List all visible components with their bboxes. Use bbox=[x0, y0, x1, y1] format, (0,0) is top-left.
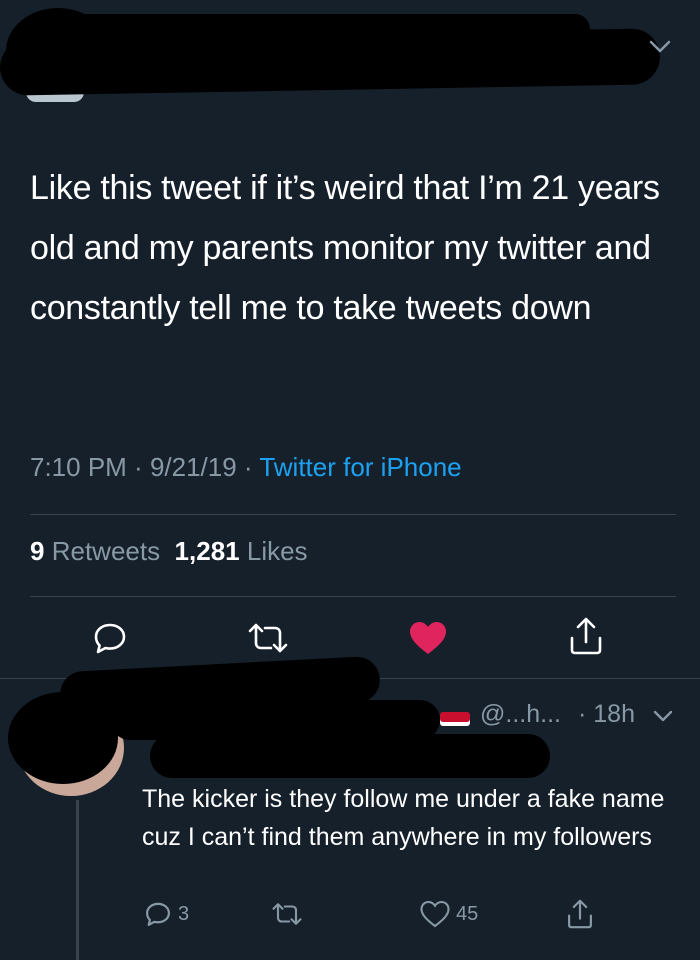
reply-text: The kicker is they follow me under a fak… bbox=[142, 785, 665, 851]
reply-meta: · 18h bbox=[578, 700, 635, 729]
retweets-label: Retweets bbox=[51, 536, 161, 566]
tweet-menu-chevron[interactable] bbox=[648, 38, 672, 56]
like-button[interactable] bbox=[408, 620, 448, 656]
divider bbox=[30, 514, 676, 515]
tweet-text: Like this tweet if it’s weird that I’m 2… bbox=[30, 169, 660, 327]
divider bbox=[30, 596, 676, 597]
thread-line bbox=[76, 800, 79, 960]
author-name-redaction-2 bbox=[70, 14, 590, 44]
reply-button[interactable] bbox=[92, 620, 128, 656]
share-button[interactable] bbox=[568, 616, 604, 656]
meta-separator: · bbox=[236, 452, 260, 482]
meta-separator: · bbox=[578, 700, 594, 728]
share-icon bbox=[570, 617, 602, 655]
reply-age: 18h bbox=[593, 700, 635, 728]
tweet-stats: 9 Retweets 1,281 Likes bbox=[30, 536, 308, 567]
reply-menu-chevron[interactable] bbox=[652, 708, 674, 724]
retweet-icon bbox=[248, 623, 288, 653]
likes-count: 1,281 bbox=[174, 536, 240, 566]
reply-share-button[interactable] bbox=[566, 898, 594, 930]
reply-like-count: 45 bbox=[456, 902, 479, 925]
tweet-time: 7:10 PM bbox=[30, 452, 127, 482]
reply-name-redaction-3 bbox=[150, 734, 550, 778]
retweets-count: 9 bbox=[30, 536, 45, 566]
reply-like-button[interactable]: 45 bbox=[420, 900, 478, 928]
reply-count: 3 bbox=[178, 902, 190, 925]
tweet-source-link[interactable]: Twitter for iPhone bbox=[259, 452, 461, 482]
likes-label: Likes bbox=[246, 536, 308, 566]
retweet-button[interactable] bbox=[246, 622, 290, 654]
meta-separator: · bbox=[126, 452, 150, 482]
retweets-stat[interactable]: 9 Retweets bbox=[30, 536, 160, 566]
tweet-date: 9/21/19 bbox=[149, 452, 237, 482]
tweet-meta: 7:10 PM · 9/21/19 · Twitter for iPhone bbox=[30, 452, 462, 483]
chevron-down-icon bbox=[653, 710, 673, 722]
flag-emoji bbox=[440, 712, 470, 722]
reply-handle[interactable]: @...h... bbox=[480, 700, 561, 729]
share-icon bbox=[568, 899, 592, 929]
retweet-icon bbox=[272, 903, 302, 925]
reply-retweet-button[interactable] bbox=[270, 902, 304, 926]
heart-icon bbox=[420, 900, 450, 928]
chevron-down-icon bbox=[649, 40, 671, 53]
heart-icon bbox=[410, 622, 446, 654]
reply-icon bbox=[146, 902, 170, 926]
reply-icon bbox=[94, 623, 126, 654]
likes-stat[interactable]: 1,281 Likes bbox=[175, 536, 308, 566]
reply-reply-button[interactable]: 3 bbox=[144, 900, 189, 928]
